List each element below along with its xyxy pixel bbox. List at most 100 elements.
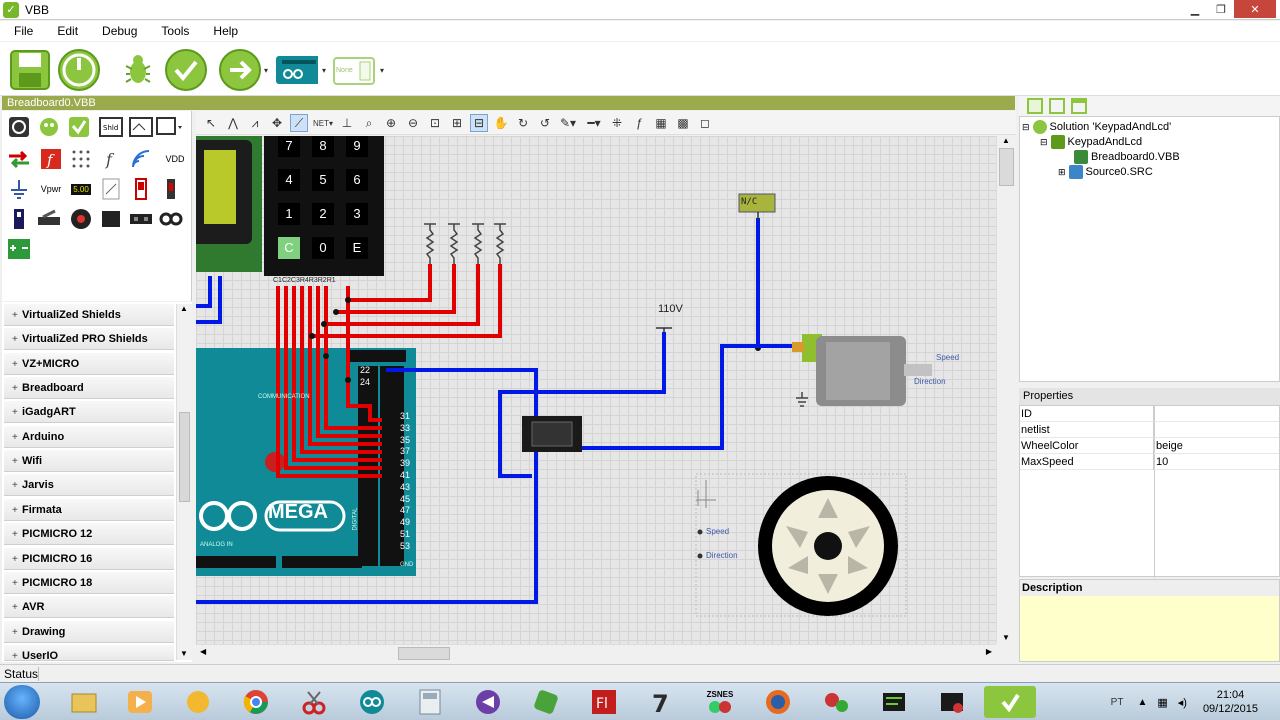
zoom-select-icon[interactable]: ⊟ <box>470 114 488 132</box>
swap-arrows-icon[interactable] <box>6 147 32 171</box>
zoom-out-icon[interactable]: ⊖ <box>404 114 422 132</box>
canvas-hscroll-thumb[interactable] <box>398 647 450 660</box>
minimize-icon[interactable]: ▁ <box>1182 0 1208 18</box>
start-orb-icon[interactable] <box>4 685 40 719</box>
tree-file-source[interactable]: ⊞ Source0.SRC <box>1058 165 1153 179</box>
keypad-key-1[interactable]: 1 <box>278 203 300 225</box>
save-icon[interactable] <box>8 48 52 92</box>
canvas-vscroll-thumb[interactable] <box>999 148 1014 186</box>
none-dropdown-caret[interactable]: ▾ <box>380 66 384 75</box>
language-indicator[interactable]: PT <box>1111 697 1124 708</box>
robot-icon[interactable] <box>36 115 62 139</box>
keypad-key-9[interactable]: 9 <box>346 136 368 157</box>
keypad-key-3[interactable]: 3 <box>346 203 368 225</box>
shield-board-icon[interactable]: Shld <box>98 115 124 139</box>
motor-speed-port[interactable]: Speed <box>936 353 959 362</box>
category-scrollbar[interactable]: ▲ ▼ <box>176 304 192 660</box>
pro-shield-icon[interactable] <box>128 115 154 139</box>
page-icon[interactable]: ◻ <box>696 114 714 132</box>
prop-value[interactable]: 10 <box>1156 454 1168 470</box>
category-vz-micro[interactable]: + VZ+MICRO <box>4 353 174 375</box>
pointer-icon[interactable]: ↖ <box>202 114 220 132</box>
terminal-block-icon[interactable] <box>6 237 32 261</box>
infinity-icon[interactable] <box>158 207 184 231</box>
vbb-icon[interactable] <box>66 115 92 139</box>
ground-icon[interactable] <box>6 177 32 201</box>
rotate-icon[interactable]: ↻ <box>514 114 532 132</box>
keypad-key-2[interactable]: 2 <box>312 203 334 225</box>
snipping-icon[interactable] <box>288 686 340 718</box>
prop-row-maxspeed[interactable]: MaxSpeed 10 <box>1020 454 1279 470</box>
category-avr[interactable]: + AVR <box>4 596 174 618</box>
pen-color-icon[interactable]: ✎▾ <box>556 114 580 132</box>
voltage-source[interactable] <box>656 327 672 332</box>
clock[interactable]: 21:04 09/12/2015 <box>1203 688 1258 716</box>
keypad-key-5[interactable]: 5 <box>312 169 334 191</box>
scroll-up-icon[interactable]: ▲ <box>180 304 188 313</box>
panel-split-icon[interactable] <box>1049 98 1065 114</box>
add-component-icon[interactable] <box>156 115 182 139</box>
scroll-left-icon[interactable]: ◀ <box>200 647 206 656</box>
category-breadboard[interactable]: + Breadboard <box>4 377 174 399</box>
close-icon[interactable]: ✕ <box>1234 0 1276 18</box>
pcb-icon[interactable] <box>868 686 920 718</box>
zoom-icon[interactable]: ⌕ <box>360 114 378 132</box>
scroll-right-icon[interactable]: ▶ <box>986 647 992 656</box>
arduino-board-icon[interactable] <box>274 48 318 92</box>
line-width-icon[interactable]: ━▾ <box>582 114 606 132</box>
scroll-up-icon[interactable]: ▲ <box>1002 136 1010 145</box>
category-jarvis[interactable]: + Jarvis <box>4 474 174 496</box>
tray-arrow-icon[interactable]: ▲ <box>1137 697 1147 708</box>
category-drawing[interactable]: + Drawing <box>4 621 174 643</box>
category-picmicro-12[interactable]: + PICMICRO 12 <box>4 523 174 545</box>
visual-studio-icon[interactable] <box>462 686 514 718</box>
keypad-key-4[interactable]: 4 <box>278 169 300 191</box>
zoom-in-icon[interactable]: ⊕ <box>382 114 400 132</box>
wheel-direction-port[interactable]: Direction <box>706 551 738 560</box>
file-explorer-icon[interactable] <box>58 686 110 718</box>
document-tab[interactable]: Breadboard0.VBB <box>2 96 1015 110</box>
breadboard-canvas[interactable]: 7 8 9 4 5 6 1 2 3 C 0 E C1C2C3R4R3R2R1 M… <box>196 136 996 644</box>
tree-project[interactable]: ⊟ KeypadAndLcd <box>1040 135 1142 149</box>
numeric-display-icon[interactable]: 5.00 <box>68 177 94 201</box>
pan-hand-icon[interactable]: ✋ <box>492 114 510 132</box>
prop-value[interactable]: beige <box>1156 438 1183 454</box>
zoom-area-icon[interactable]: ⊞ <box>448 114 466 132</box>
potentiometer-icon[interactable] <box>68 207 94 231</box>
7zip-icon[interactable]: 7 <box>636 686 688 718</box>
category-wifi[interactable]: + Wifi <box>4 450 174 472</box>
net-tool-icon[interactable]: NET▾ <box>312 114 334 132</box>
move-icon[interactable]: ✥ <box>268 114 286 132</box>
virtual-shield-icon[interactable] <box>6 115 32 139</box>
prop-row-netlist[interactable]: netlist <box>1020 422 1279 438</box>
vdd-label[interactable]: VDD <box>160 147 190 171</box>
keypad-key-0[interactable]: 0 <box>312 237 334 259</box>
category-firmata[interactable]: + Firmata <box>4 499 174 521</box>
resistors[interactable] <box>424 223 506 264</box>
chrome-icon[interactable] <box>230 686 282 718</box>
switch-icon[interactable] <box>128 177 154 201</box>
scroll-down-icon[interactable]: ▼ <box>180 649 188 658</box>
panel-layout-icon[interactable] <box>1027 98 1043 114</box>
lcd-module[interactable] <box>196 136 262 272</box>
maximize-icon[interactable]: ❐ <box>1208 0 1234 18</box>
dc-motor[interactable] <box>792 334 932 407</box>
connector-icon[interactable] <box>128 207 154 231</box>
gears-icon[interactable] <box>810 686 862 718</box>
grid-icon[interactable]: ▦ <box>652 114 670 132</box>
volume-icon[interactable]: ◂) <box>1178 696 1187 709</box>
check-icon[interactable] <box>164 48 208 92</box>
media-player-icon[interactable] <box>114 686 166 718</box>
black-chip-icon[interactable] <box>98 207 124 231</box>
zsnes-icon[interactable]: ZSNES <box>694 686 746 718</box>
collapse-icon[interactable]: ⊟ <box>1040 137 1048 148</box>
category-picmicro-16[interactable]: + PICMICRO 16 <box>4 548 174 570</box>
panel-rows-icon[interactable] <box>1071 98 1087 114</box>
category-picmicro-18[interactable]: + PICMICRO 18 <box>4 572 174 594</box>
category-userio[interactable]: + UserIO <box>4 645 174 662</box>
keypad-key-c[interactable]: C <box>278 237 300 259</box>
vpwr-label[interactable]: Vpwr <box>36 177 66 201</box>
none-board-icon[interactable]: None <box>332 48 378 92</box>
folder-icon[interactable] <box>172 686 224 718</box>
probe-icon[interactable]: ⊥ <box>338 114 356 132</box>
